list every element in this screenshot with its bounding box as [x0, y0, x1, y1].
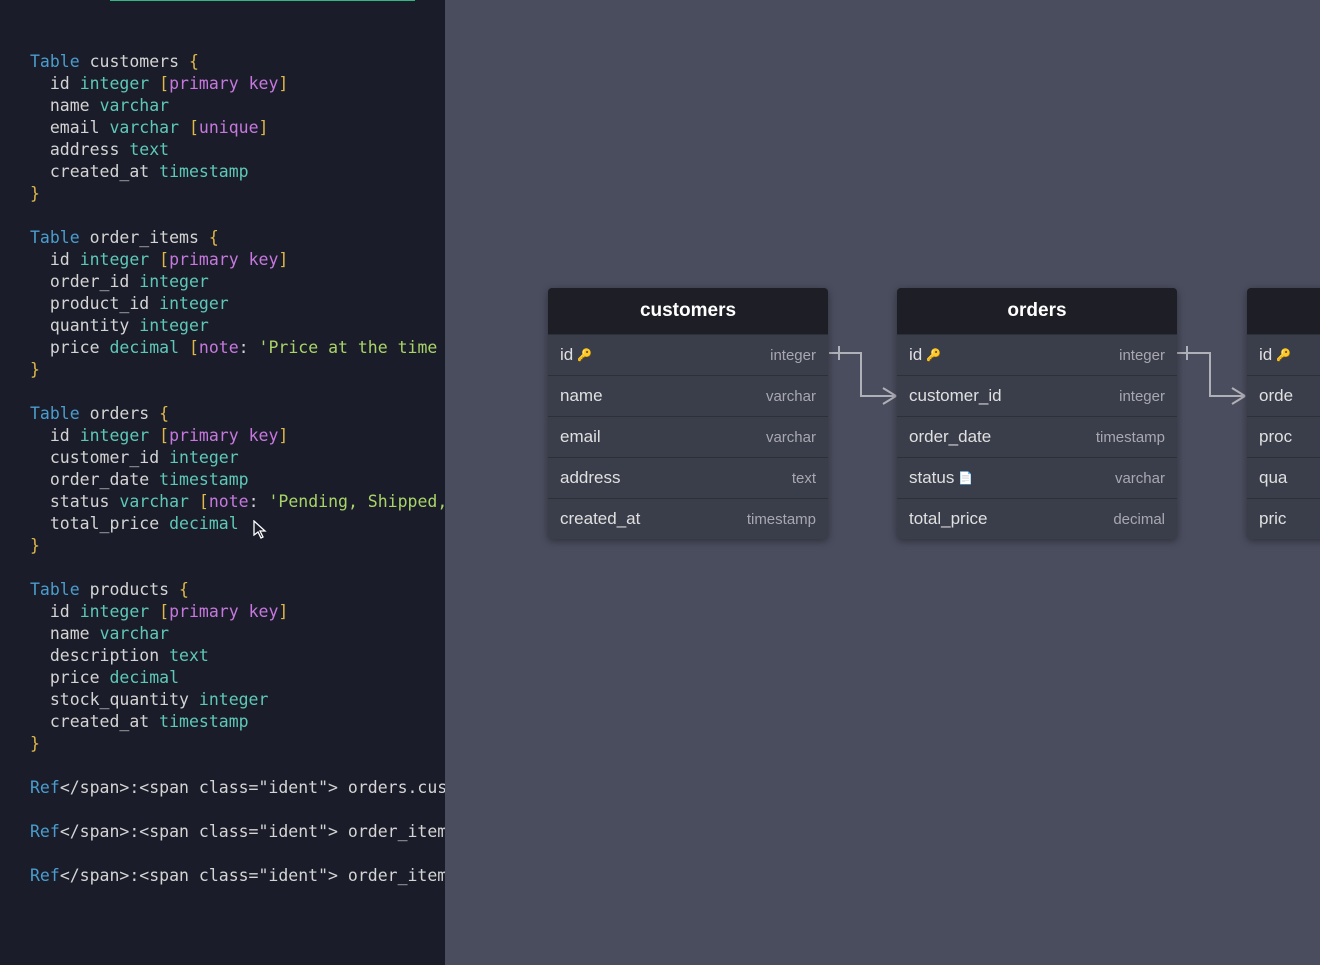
table-column-row[interactable]: id 🔑 [1247, 334, 1320, 375]
code-editor-pane[interactable]: Table customers { id integer [primary ke… [0, 0, 445, 965]
code-line[interactable]: name varchar [30, 623, 445, 645]
code-area[interactable]: Table customers { id integer [primary ke… [0, 51, 445, 909]
table-column-row[interactable]: address text [548, 457, 828, 498]
code-line[interactable]: Table customers { [30, 51, 445, 73]
code-line[interactable]: Ref</span>:<span class="ident"> orders.c… [30, 777, 445, 799]
table-column-row[interactable]: name varchar [548, 375, 828, 416]
column-type: integer [1119, 388, 1165, 405]
code-line[interactable]: order_id integer [30, 271, 445, 293]
code-line[interactable]: product_id integer [30, 293, 445, 315]
primary-key-icon: 🔑 [577, 348, 592, 362]
code-line[interactable] [30, 557, 445, 579]
column-name: id 🔑 [909, 345, 941, 365]
column-type: varchar [766, 429, 816, 446]
column-type: timestamp [1096, 429, 1165, 446]
column-name: total_price [909, 509, 987, 529]
code-line[interactable] [30, 755, 445, 777]
note-icon: 📄 [958, 471, 973, 485]
code-line[interactable]: status varchar [note: 'Pending, Shipped,… [30, 491, 445, 513]
column-type: decimal [1113, 511, 1165, 528]
column-type: integer [770, 347, 816, 364]
table-column-row[interactable]: customer_id integer [897, 375, 1177, 416]
code-line[interactable]: id integer [primary key] [30, 601, 445, 623]
code-line[interactable]: id integer [primary key] [30, 73, 445, 95]
code-line[interactable]: Table orders { [30, 403, 445, 425]
primary-key-icon: 🔑 [1276, 348, 1291, 362]
code-line[interactable]: description text [30, 645, 445, 667]
table-header: customers [548, 288, 828, 334]
code-line[interactable]: quantity integer [30, 315, 445, 337]
code-line[interactable] [30, 205, 445, 227]
code-line[interactable]: } [30, 535, 445, 557]
code-line[interactable]: address text [30, 139, 445, 161]
top-green-divider [110, 0, 415, 1]
code-line[interactable]: Ref</span>:<span class="ident"> order_it… [30, 865, 445, 887]
code-line[interactable]: created_at timestamp [30, 161, 445, 183]
column-name: email [560, 427, 601, 447]
column-name: orde [1259, 386, 1293, 406]
table-column-row[interactable]: total_price decimal [897, 498, 1177, 539]
column-name: pric [1259, 509, 1286, 529]
code-line[interactable]: id integer [primary key] [30, 249, 445, 271]
table-column-row[interactable]: id 🔑 integer [548, 334, 828, 375]
table-column-row[interactable]: pric [1247, 498, 1320, 539]
code-line[interactable]: email varchar [unique] [30, 117, 445, 139]
code-line[interactable] [30, 887, 445, 909]
table-header: orders [897, 288, 1177, 334]
code-line[interactable] [30, 843, 445, 865]
diagram-canvas[interactable]: customersid 🔑integername varcharemail va… [445, 0, 1320, 965]
code-line[interactable]: total_price decimal [30, 513, 445, 535]
column-type: integer [1119, 347, 1165, 364]
code-line[interactable]: order_date timestamp [30, 469, 445, 491]
table-column-row[interactable]: order_date timestamp [897, 416, 1177, 457]
code-line[interactable] [30, 381, 445, 403]
column-name: status 📄 [909, 468, 973, 488]
column-name: order_date [909, 427, 991, 447]
code-line[interactable]: } [30, 183, 445, 205]
table-column-row[interactable]: status 📄 varchar [897, 457, 1177, 498]
column-name: address [560, 468, 620, 488]
column-type: timestamp [747, 511, 816, 528]
column-name: qua [1259, 468, 1287, 488]
primary-key-icon: 🔑 [926, 348, 941, 362]
code-line[interactable]: } [30, 733, 445, 755]
code-line[interactable]: stock_quantity integer [30, 689, 445, 711]
code-line[interactable]: created_at timestamp [30, 711, 445, 733]
column-name: proc [1259, 427, 1292, 447]
column-name: id 🔑 [560, 345, 592, 365]
table-column-row[interactable]: email varchar [548, 416, 828, 457]
code-line[interactable]: price decimal [note: 'Price at the time … [30, 337, 445, 359]
table-column-row[interactable]: id 🔑 integer [897, 334, 1177, 375]
table-card-customers[interactable]: customersid 🔑integername varcharemail va… [548, 288, 828, 539]
column-type: varchar [766, 388, 816, 405]
table-column-row[interactable]: created_at timestamp [548, 498, 828, 539]
table-header [1247, 288, 1320, 334]
code-line[interactable]: customer_id integer [30, 447, 445, 469]
code-line[interactable] [30, 799, 445, 821]
column-name: id 🔑 [1259, 345, 1291, 365]
code-line[interactable]: Table products { [30, 579, 445, 601]
table-column-row[interactable]: proc [1247, 416, 1320, 457]
table-column-row[interactable]: orde [1247, 375, 1320, 416]
column-name: name [560, 386, 603, 406]
table-card-orders[interactable]: ordersid 🔑integercustomer_id integerorde… [897, 288, 1177, 539]
column-type: text [792, 470, 816, 487]
table-card-partial[interactable]: id 🔑 orde proc qua pric [1247, 288, 1320, 539]
table-column-row[interactable]: qua [1247, 457, 1320, 498]
column-name: created_at [560, 509, 640, 529]
code-line[interactable]: price decimal [30, 667, 445, 689]
code-line[interactable]: id integer [primary key] [30, 425, 445, 447]
code-line[interactable]: } [30, 359, 445, 381]
code-line[interactable]: Ref</span>:<span class="ident"> order_it… [30, 821, 445, 843]
column-name: customer_id [909, 386, 1002, 406]
code-line[interactable]: name varchar [30, 95, 445, 117]
column-type: varchar [1115, 470, 1165, 487]
code-line[interactable]: Table order_items { [30, 227, 445, 249]
